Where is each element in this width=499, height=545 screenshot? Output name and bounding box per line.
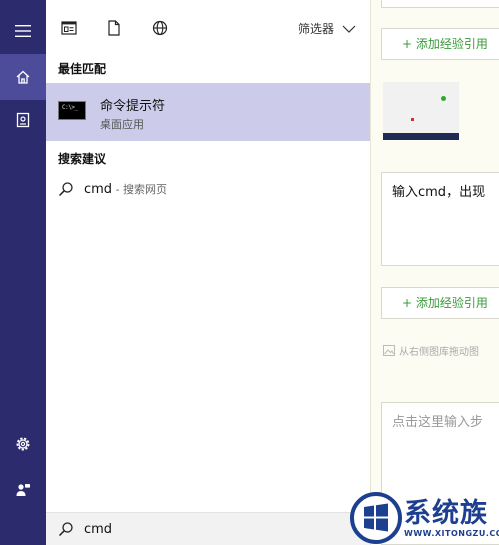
suggestion-description: - 搜索网页 (112, 183, 168, 196)
background-webpage: + 添加经验引用 输入cmd，出现 + 添加经验引用 从右侧图库拖动图 点击这里… (370, 0, 499, 545)
step-text-box[interactable]: 输入cmd，出现 (381, 172, 499, 266)
suggestion-term: cmd (84, 182, 113, 197)
home-icon (16, 70, 30, 84)
best-match-title: 命令提示符 (100, 99, 166, 114)
settings-button[interactable] (0, 421, 46, 467)
search-input[interactable] (84, 519, 354, 539)
document-icon (108, 20, 120, 36)
command-prompt-icon: C:\>_ (58, 101, 86, 120)
thumbnail-dot (441, 96, 446, 101)
watermark-logo-icon (350, 492, 402, 544)
watermark-text: 系统族 WWW.XITONGZU.COM (404, 497, 499, 538)
step-thumbnail[interactable] (383, 82, 459, 140)
watermark-title: 系统族 (404, 497, 488, 529)
suggestion-text: cmd - 搜索网页 (84, 181, 167, 197)
filter-label: 筛选器 (297, 22, 334, 36)
site-watermark: 系统族 WWW.XITONGZU.COM (350, 491, 499, 545)
search-icon (58, 182, 73, 197)
documents-filter-button[interactable] (104, 18, 124, 38)
feedback-icon (16, 484, 30, 496)
add-reference-label-2: + 添加经验引用 (402, 296, 488, 310)
hamburger-menu-icon (15, 25, 31, 37)
apps-icon (61, 21, 77, 35)
top-box-edge (381, 0, 499, 8)
thumbnail-speck (411, 118, 414, 121)
search-panel: 筛选器 最佳匹配 C:\>_ 命令提示符 桌面应用 搜索建议 cmd - 搜索网… (46, 0, 370, 545)
best-match-subtitle: 桌面应用 (100, 118, 144, 131)
add-reference-label-1: + 添加经验引用 (402, 37, 488, 51)
suggestion-item[interactable]: cmd - 搜索网页 (46, 178, 370, 204)
home-button[interactable] (0, 54, 46, 100)
step-placeholder: 点击这里输入步 (392, 415, 484, 430)
best-match-item[interactable]: C:\>_ 命令提示符 桌面应用 (46, 83, 370, 141)
globe-icon (152, 20, 168, 36)
screen: 筛选器 最佳匹配 C:\>_ 命令提示符 桌面应用 搜索建议 cmd - 搜索网… (0, 0, 499, 545)
feedback-button[interactable] (0, 467, 46, 513)
search-top-bar: 筛选器 (46, 0, 370, 56)
notebook-button[interactable] (0, 97, 46, 143)
chevron-down-icon (342, 25, 356, 33)
filter-dropdown[interactable]: 筛选器 (298, 20, 356, 37)
command-prompt-icon-text: C:\>_ (62, 104, 78, 111)
search-box (46, 512, 370, 545)
add-reference-button-1[interactable]: + 添加经验引用 (381, 28, 499, 60)
suggestions-heading: 搜索建议 (58, 152, 107, 166)
step-text: 输入cmd，出现 (392, 185, 486, 200)
cortana-sidebar (0, 0, 46, 545)
watermark-url: WWW.XITONGZU.COM (404, 528, 499, 538)
image-icon (383, 345, 395, 356)
menu-button[interactable] (0, 8, 46, 54)
image-hint-text: 从右侧图库拖动图 (399, 347, 479, 358)
web-filter-button[interactable] (150, 18, 170, 38)
notebook-icon (16, 112, 30, 128)
add-reference-button-2[interactable]: + 添加经验引用 (381, 287, 499, 319)
best-match-heading: 最佳匹配 (58, 62, 107, 76)
settings-icon (16, 437, 30, 451)
image-drag-hint: 从右侧图库拖动图 (383, 343, 479, 358)
apps-filter-button[interactable] (59, 18, 79, 38)
search-icon (58, 522, 73, 537)
